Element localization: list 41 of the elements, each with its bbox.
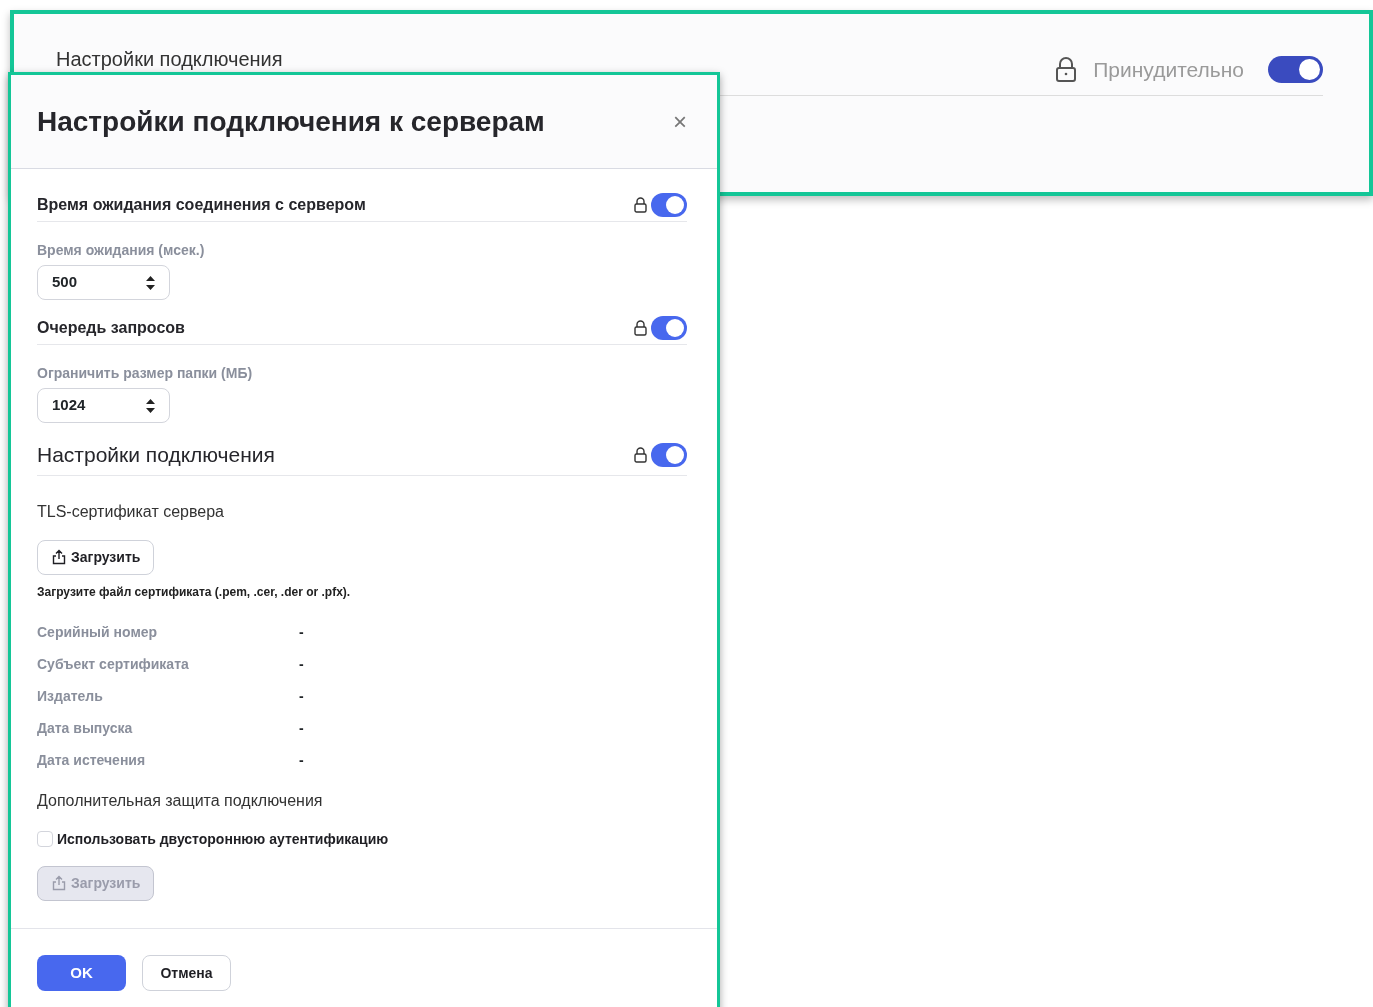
upload-icon xyxy=(51,875,67,891)
property-value: - xyxy=(299,623,304,642)
section-subtitle: TLS-сертификат сервера xyxy=(37,501,225,522)
property-label: Дата выпуска xyxy=(37,719,134,738)
hint-text: Загрузите файл сертификата (.pem, .cer, .der or .pfx). xyxy=(37,583,352,601)
dialog-title: Настройки подключения к серверам xyxy=(37,104,545,139)
property-value: - xyxy=(299,719,304,738)
cancel-button[interactable]: Отмена xyxy=(142,955,231,991)
spinner-arrows-icon[interactable] xyxy=(146,275,155,290)
close-button[interactable]: × xyxy=(669,109,691,134)
upload-button[interactable]: Загрузить xyxy=(37,539,155,575)
section-subtitle: Дополнительная защита подключения xyxy=(37,790,324,811)
number-field[interactable]: 1024 xyxy=(37,388,170,423)
checkbox[interactable] xyxy=(37,831,53,847)
field-label: Время ожидания (мсек.) xyxy=(37,241,206,260)
toggle-switch[interactable] xyxy=(651,442,687,467)
lock-icon xyxy=(634,197,647,213)
panel-title: Настройки подключения xyxy=(56,47,283,72)
lock-icon xyxy=(1055,56,1078,83)
property-value: - xyxy=(299,751,304,770)
field-label: Ограничить размер папки (МБ) xyxy=(37,364,254,383)
number-field[interactable]: 500 xyxy=(37,265,170,300)
spinner-arrows-icon[interactable] xyxy=(146,398,155,413)
property-value: - xyxy=(299,687,304,706)
property-label: Субъект сертификата xyxy=(37,655,190,674)
upload-icon xyxy=(51,549,67,565)
toggle-switch[interactable] xyxy=(651,193,687,217)
lock-icon xyxy=(634,446,647,463)
forced-toggle[interactable] xyxy=(1268,56,1323,84)
section-title: Время ожидания соединения с сервером xyxy=(37,195,366,215)
ok-button[interactable]: OK xyxy=(37,955,126,991)
section-title: Настройки подключения xyxy=(37,442,275,468)
property-label: Серийный номер xyxy=(37,623,159,642)
toggle-switch[interactable] xyxy=(651,316,687,340)
section-title: Очередь запросов xyxy=(37,318,185,338)
property-label: Издатель xyxy=(37,687,104,706)
forced-label: Принудительно xyxy=(1093,57,1244,83)
checkbox-label: Использовать двустороннюю аутентификацию xyxy=(57,829,389,849)
lock-icon xyxy=(634,320,647,336)
property-label: Дата истечения xyxy=(37,751,147,770)
property-value: - xyxy=(299,655,304,674)
